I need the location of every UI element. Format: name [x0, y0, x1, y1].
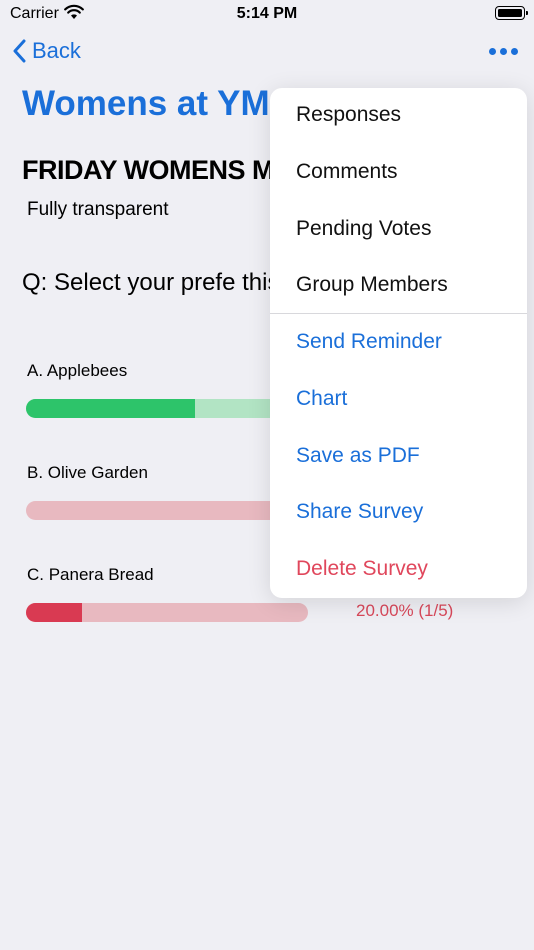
menu-item-comments[interactable]: Comments — [296, 160, 398, 184]
menu-item-save-pdf[interactable]: Save as PDF — [296, 444, 420, 468]
back-button[interactable]: Back — [12, 38, 81, 64]
vote-progress-bar — [26, 501, 308, 520]
menu-item-delete-survey[interactable]: Delete Survey — [296, 557, 428, 581]
vote-progress-bar — [26, 399, 308, 418]
menu-item-chart[interactable]: Chart — [296, 387, 347, 411]
survey-subtitle: Fully transparent — [27, 199, 169, 220]
survey-title: FRIDAY WOMENS ME — [22, 155, 292, 185]
chevron-left-icon — [13, 39, 26, 63]
option-label: B. Olive Garden — [27, 463, 148, 482]
menu-item-share-survey[interactable]: Share Survey — [296, 500, 423, 524]
vote-percentage: 20.00% (1/5) — [356, 601, 454, 620]
option-label: A. Applebees — [27, 361, 128, 380]
status-time: 5:14 PM — [236, 5, 298, 22]
status-bar: Carrier 5:14 PM — [0, 0, 534, 28]
vote-progress-bar — [26, 603, 308, 622]
menu-item-pending-votes[interactable]: Pending Votes — [296, 217, 431, 241]
menu-item-responses[interactable]: Responses — [296, 103, 401, 127]
menu-divider — [270, 313, 527, 314]
battery-icon — [495, 6, 528, 20]
more-options-icon[interactable] — [489, 48, 518, 55]
menu-item-send-reminder[interactable]: Send Reminder — [296, 330, 442, 354]
back-label: Back — [32, 38, 81, 63]
option-label: C. Panera Bread — [27, 565, 154, 584]
options-menu: Responses Comments Pending Votes Group M… — [270, 88, 527, 598]
page-title: Womens at YM — [22, 84, 270, 123]
menu-item-group-members[interactable]: Group Members — [296, 273, 448, 297]
